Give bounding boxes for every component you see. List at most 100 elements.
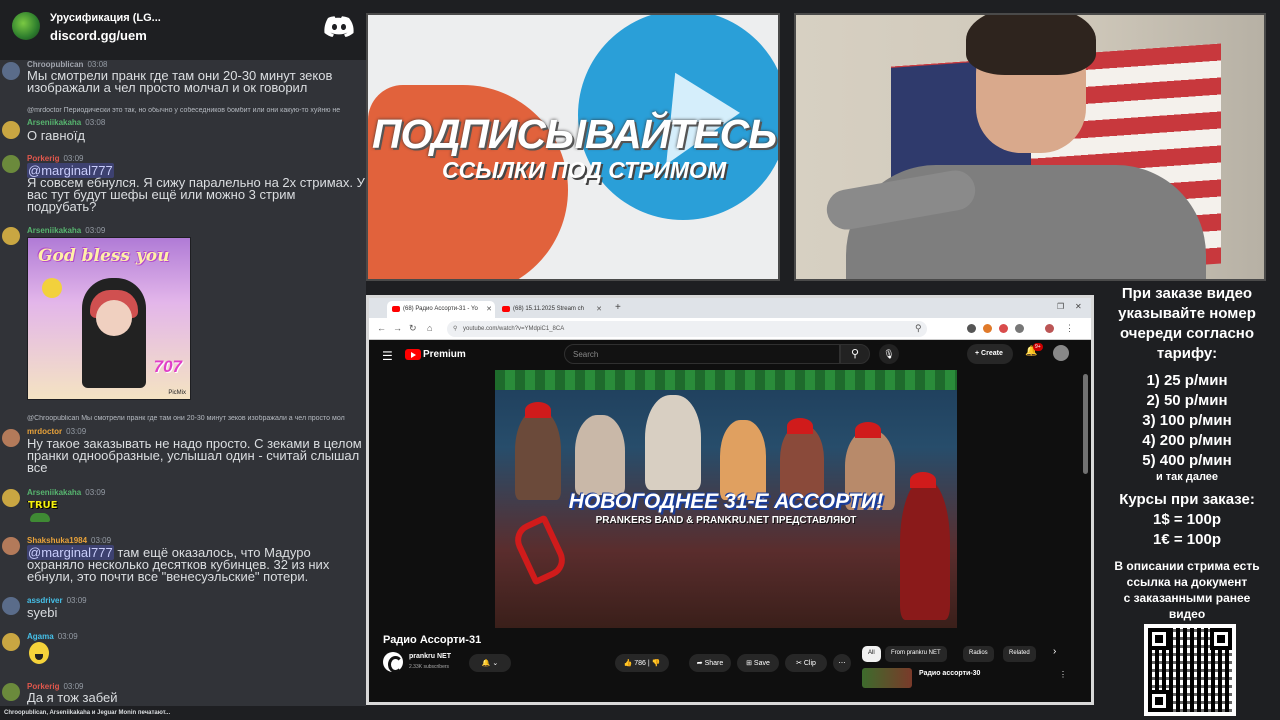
chip-from-channel[interactable]: From prankru NET [885, 646, 947, 662]
username[interactable]: Porkerig 03:09 [27, 154, 84, 163]
user-avatar[interactable] [2, 683, 20, 701]
user-avatar[interactable] [2, 121, 20, 139]
like-dislike-button[interactable]: 👍 786 | 👎 [615, 654, 669, 672]
rate-line: 1$ = 100р [1153, 511, 1221, 528]
new-tab-icon[interactable]: + [615, 302, 621, 313]
hamburger-menu-icon[interactable]: ☰ [382, 349, 393, 363]
reply-preview[interactable]: @mrdoctor Периодически это так, но обычн… [27, 107, 365, 114]
chip-radios[interactable]: Radios [963, 646, 994, 662]
subscribe-bell-button[interactable]: 🔔 ⌄ [469, 654, 511, 672]
frog-emote-icon [30, 513, 50, 522]
user-avatar[interactable] [2, 537, 20, 555]
tab-stream[interactable]: (68) 15.11.2025 Stream ch ✕ [497, 301, 605, 318]
address-bar: ← → ↻ ⌂ ⚲ youtube.com/watch?v=YMdpiC1_8CA… [369, 318, 1091, 340]
user-avatar[interactable] [2, 429, 20, 447]
url-field[interactable]: ⚲ youtube.com/watch?v=YMdpiC1_8CA [447, 321, 927, 337]
close-tab-icon[interactable]: ✕ [596, 305, 602, 313]
tab-bar: (68) Радио Ассорти-31 - Yo ✕ (68) 15.11.… [369, 298, 1091, 318]
username[interactable]: assdriver 03:09 [27, 596, 87, 605]
chip-related[interactable]: Related [1003, 646, 1036, 662]
save-button[interactable]: ⊞ Save [737, 654, 779, 672]
home-icon[interactable]: ⌂ [427, 323, 432, 333]
restore-window-icon[interactable]: ❐ [1057, 302, 1064, 311]
create-button[interactable]: + Create [967, 344, 1013, 364]
youtube-premium-label[interactable]: Premium [423, 349, 466, 360]
username[interactable]: mrdoctor 03:09 [27, 427, 86, 436]
username[interactable]: Shakshuka1984 03:09 [27, 536, 111, 545]
user-avatar[interactable] [2, 633, 20, 651]
user-avatar[interactable] [2, 155, 20, 173]
qr-finder [1148, 690, 1170, 712]
video-title: Радио Ассорти-31 [383, 634, 482, 646]
search-input[interactable]: Search [564, 344, 840, 364]
notification-badge: 9+ [1033, 343, 1043, 351]
image-watermark: PicMix [168, 390, 186, 396]
chevron-right-icon[interactable]: › [1053, 646, 1056, 657]
user-avatar[interactable] [2, 62, 20, 80]
profile-icon[interactable] [1045, 324, 1054, 333]
username[interactable]: Agama 03:09 [27, 632, 78, 641]
message-text: syebi [27, 605, 58, 620]
banner-title: ПОДПИСЫВАЙТЕСЬ [372, 111, 777, 157]
message-text: @marginal777 там ещё оказалось, что Маду… [27, 545, 330, 584]
more-menu-icon[interactable]: ⋮ [1065, 323, 1074, 334]
info-intro-line: тарифу: [1156, 345, 1218, 362]
qr-code[interactable] [1144, 624, 1236, 716]
forward-icon[interactable]: → [393, 323, 402, 333]
username[interactable]: Arseniikakaha 03:09 [27, 226, 105, 235]
browser-window: (68) Радио Ассорти-31 - Yo ✕ (68) 15.11.… [366, 295, 1094, 705]
extension-icon[interactable] [983, 324, 992, 333]
tab-label: (68) Радио Ассорти-31 - Yo [403, 306, 478, 312]
more-options-icon[interactable]: ⋮ [1059, 670, 1067, 679]
channel-name[interactable]: prankru NET [409, 653, 451, 660]
username[interactable]: Arseniikakaha 03:08 [27, 118, 105, 127]
chip-all[interactable]: All [862, 646, 881, 662]
username[interactable]: Arseniikakaha 03:09 [27, 488, 105, 497]
recommended-thumbnail[interactable] [862, 668, 912, 688]
extension-icon[interactable] [999, 324, 1008, 333]
footer-line: видео [1168, 607, 1206, 621]
account-avatar[interactable] [1053, 345, 1069, 361]
banner-subtitle: ССЫЛКИ ПОД СТРИМОМ [442, 157, 727, 183]
extension-icon[interactable] [967, 324, 976, 333]
microphone-icon[interactable]: 🎙 [879, 344, 899, 364]
more-actions-button[interactable]: ⋯ [833, 654, 851, 672]
discord-banner[interactable]: Урусификация (LG... discord.gg/uem [0, 0, 366, 60]
person-figure [720, 420, 766, 500]
close-tab-icon[interactable]: ✕ [486, 305, 492, 313]
channel-avatar[interactable] [383, 652, 403, 673]
scrollbar[interactable] [1083, 374, 1088, 474]
recommended-title[interactable]: Радио ассорти-30 [919, 670, 980, 677]
tariff-line: 4) 200 р/мин [1142, 432, 1232, 449]
user-avatar[interactable] [2, 227, 20, 245]
youtube-favicon-icon [392, 306, 400, 312]
server-icon [12, 12, 40, 40]
tariff-line: 2) 50 р/мин [1146, 392, 1228, 409]
back-icon[interactable]: ← [377, 323, 386, 333]
user-avatar[interactable] [2, 489, 20, 507]
discord-logo-icon [324, 16, 354, 37]
info-intro-line: очереди согласно [1119, 325, 1255, 342]
extensions-puzzle-icon[interactable] [1015, 324, 1024, 333]
site-info-icon[interactable]: ⚲ [453, 325, 457, 332]
subscribe-banner: ПОДПИСЫВАЙТЕСЬ ССЫЛКИ ПОД СТРИМОМ [366, 13, 780, 281]
zoom-icon[interactable]: ⚲ [915, 323, 922, 334]
search-icon[interactable]: ⚲ [840, 344, 870, 364]
clip-button[interactable]: ✂ Clip [785, 654, 827, 672]
message-text: О гавноїд [27, 128, 85, 143]
close-window-icon[interactable]: ✕ [1075, 302, 1082, 311]
image-attachment[interactable]: God bless you 707 PicMix [27, 237, 191, 400]
youtube-logo-icon[interactable] [405, 349, 421, 360]
video-title-overlay: НОВОГОДНЕЕ 31-Е АССОРТИ! [568, 490, 884, 513]
user-avatar[interactable] [2, 597, 20, 615]
share-button[interactable]: ➦ Share [689, 654, 731, 672]
qr-finder [1148, 628, 1170, 650]
video-player[interactable]: НОВОГОДНЕЕ 31-Е АССОРТИ! PRANKERS BAND &… [495, 370, 957, 628]
reply-preview[interactable]: @Chroopublican Мы смотрели пранк где там… [27, 415, 365, 422]
footer-line: ссылка на документ [1126, 575, 1248, 589]
reload-icon[interactable]: ↻ [409, 323, 417, 334]
youtube-favicon-icon [502, 306, 510, 312]
tab-radio-assorti[interactable]: (68) Радио Ассорти-31 - Yo ✕ [387, 301, 495, 318]
tab-label: (68) 15.11.2025 Stream ch [513, 306, 584, 312]
invite-link[interactable]: discord.gg/uem [50, 28, 147, 43]
